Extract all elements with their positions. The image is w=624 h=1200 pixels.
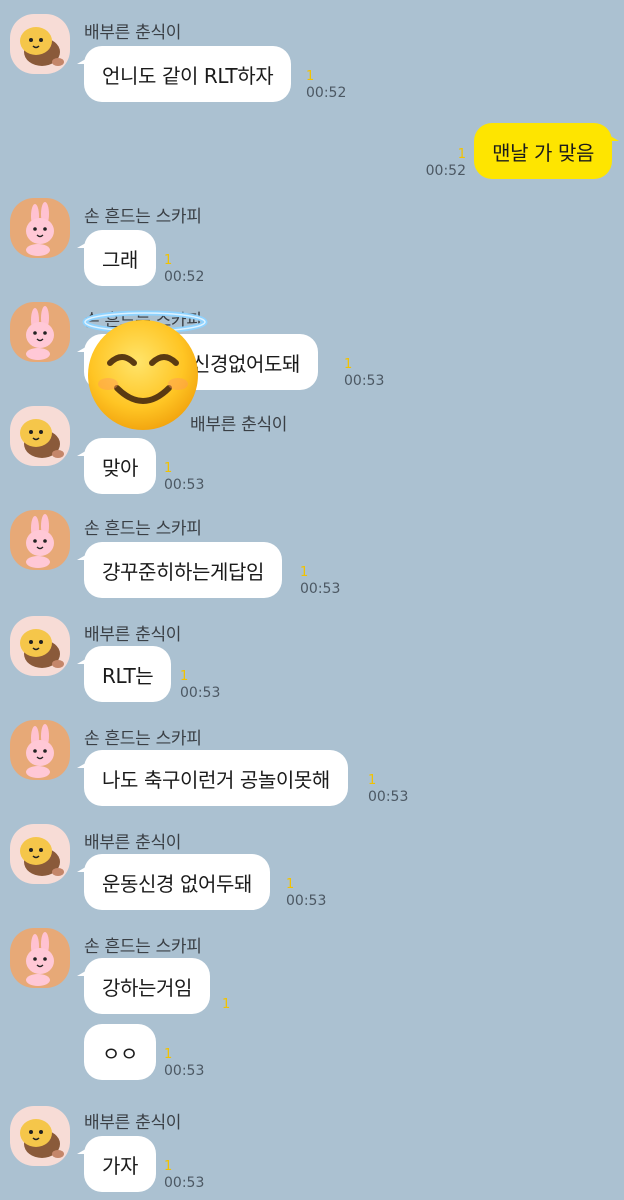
scappy-avatar-icon[interactable]	[10, 928, 70, 988]
unread-count: 1	[164, 1047, 173, 1062]
message-bubble[interactable]: RLT는	[76, 646, 172, 702]
scappy-avatar-icon[interactable]	[10, 302, 70, 362]
message-time: 00:53	[180, 685, 221, 701]
unread-count: 1	[222, 997, 231, 1012]
sender-name: 배부른 춘식이	[84, 833, 182, 853]
message-meta: 1 00:53	[164, 1046, 204, 1080]
message-time: 00:53	[344, 373, 385, 389]
sender-name: 배부른 춘식이	[84, 1113, 182, 1133]
message-bubble[interactable]: 강하는거임	[77, 958, 210, 1014]
message-time: 00:53	[368, 789, 409, 805]
message-meta: 1 00:53	[180, 668, 220, 702]
message-meta: 1 00:53	[164, 460, 204, 494]
message-bubble[interactable]: 그래	[77, 230, 156, 286]
scappy-avatar-icon[interactable]	[10, 198, 70, 258]
message-time: 00:52	[425, 163, 466, 179]
message-bubble[interactable]: ㅇㅇ	[84, 1024, 156, 1080]
message-bubble[interactable]: 언니도 같이 RLT하자	[76, 46, 292, 102]
message-meta: 1 00:53	[368, 772, 408, 806]
message-bubble[interactable]: 가자	[77, 1136, 156, 1192]
unread-count: 1	[164, 1159, 173, 1174]
unread-count: 1	[180, 669, 189, 684]
message-meta: 1 00:53	[344, 356, 384, 390]
message-meta: 1 00:53	[286, 876, 326, 910]
message-time: 00:53	[286, 893, 327, 909]
message-meta: 1 00:52	[164, 252, 204, 286]
unread-count: 1	[457, 147, 466, 162]
sender-name: 배부른 춘식이	[84, 625, 182, 645]
unread-count: 1	[300, 565, 309, 580]
message-time: 00:53	[300, 581, 341, 597]
sender-name: 배부른 춘식이	[84, 23, 182, 43]
unread-count: 1	[368, 773, 377, 788]
scappy-avatar-icon[interactable]	[10, 510, 70, 570]
message-bubble[interactable]: 걍꾸준히하는게답임	[77, 542, 282, 598]
message-time: 00:53	[164, 477, 205, 493]
halo-smiling-face-emoji	[80, 302, 210, 432]
chunsik-avatar-icon[interactable]	[10, 14, 70, 74]
message-time: 00:53	[164, 1063, 205, 1079]
my-message-bubble[interactable]: 맨날 가 맞음	[474, 123, 619, 179]
message-meta: 1 00:52	[426, 146, 466, 180]
message-bubble[interactable]: 나도 축구이런거 공놀이못해	[77, 750, 348, 806]
unread-count: 1	[306, 69, 315, 84]
sender-name: 손 흔드는 스카피	[84, 937, 202, 957]
chunsik-avatar-icon[interactable]	[10, 824, 70, 884]
message-bubble[interactable]: 맞아	[77, 438, 156, 494]
message-bubble[interactable]: 운동신경 없어두돼	[77, 854, 270, 910]
message-meta: 1	[222, 996, 230, 1013]
message-meta: 1 00:53	[300, 564, 340, 598]
sender-name: 손 흔드는 스카피	[84, 729, 202, 749]
message-time: 00:53	[164, 1175, 205, 1191]
chunsik-avatar-icon[interactable]	[10, 616, 70, 676]
message-meta: 1 00:52	[306, 68, 346, 102]
scappy-avatar-icon[interactable]	[10, 720, 70, 780]
unread-count: 1	[344, 357, 353, 372]
message-time: 00:52	[306, 85, 347, 101]
sender-name: 손 흔드는 스카피	[84, 519, 202, 539]
chunsik-avatar-icon[interactable]	[10, 1106, 70, 1166]
unread-count: 1	[164, 253, 173, 268]
unread-count: 1	[164, 461, 173, 476]
sender-name: 손 흔드는 스카피	[84, 207, 202, 227]
message-time: 00:52	[164, 269, 205, 285]
message-meta: 1 00:53	[164, 1158, 204, 1192]
unread-count: 1	[286, 877, 295, 892]
chunsik-avatar-icon[interactable]	[10, 406, 70, 466]
